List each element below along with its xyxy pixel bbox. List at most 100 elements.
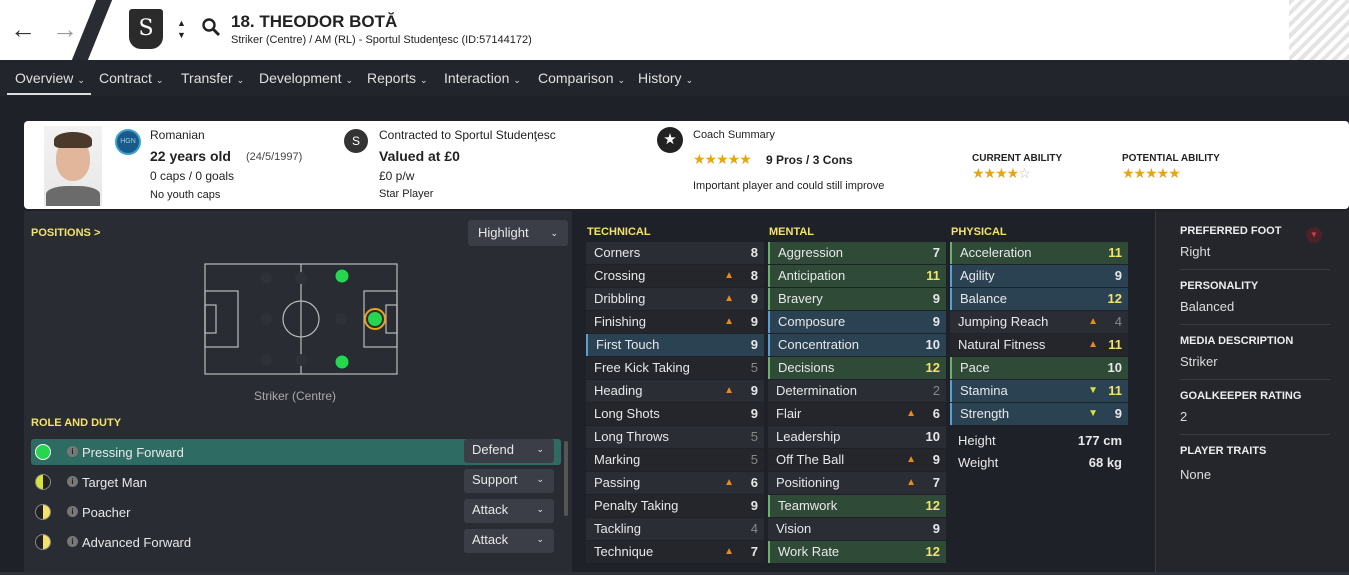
club-crest-icon: S xyxy=(129,9,163,49)
info-icon[interactable]: i xyxy=(67,506,78,517)
player-age: 22 years old xyxy=(150,148,231,164)
forward-arrow-icon[interactable]: → xyxy=(52,12,78,46)
role-row[interactable]: i Poacher Attack ⌄ xyxy=(31,499,561,525)
nation-flag-icon[interactable]: HGN xyxy=(115,129,141,155)
attr-value: 10 xyxy=(1107,360,1122,375)
attr-label: Dribbling xyxy=(594,291,646,306)
role-row[interactable]: i Advanced Forward Attack ⌄ xyxy=(31,529,561,555)
attr-natural-fitness[interactable]: Natural Fitness ▲ 11 xyxy=(950,334,1128,356)
attr-balance[interactable]: Balance 12 xyxy=(950,288,1128,310)
attr-crossing[interactable]: Crossing ▲ 8 xyxy=(586,265,764,287)
tab-label: Overview xyxy=(15,70,74,86)
attr-flair[interactable]: Flair ▲ 6 xyxy=(768,403,946,425)
attr-label: Jumping Reach xyxy=(958,314,1049,329)
divider xyxy=(1180,324,1330,325)
contract-status[interactable]: Contracted to Sportul Studenţesc xyxy=(379,128,556,142)
chevron-down-icon: ⌄ xyxy=(536,474,544,484)
info-icon[interactable]: i xyxy=(67,446,78,457)
attr-stamina[interactable]: Stamina ▼ 11 xyxy=(950,380,1128,402)
mental-header: MENTAL xyxy=(769,226,815,238)
chevron-down-icon[interactable]: ▼ xyxy=(1306,227,1322,243)
attr-label: Natural Fitness xyxy=(958,337,1046,352)
back-arrow-icon[interactable]: ← xyxy=(10,12,36,46)
attr-corners[interactable]: Corners 8 xyxy=(586,242,764,264)
attr-aggression[interactable]: Aggression 7 xyxy=(768,242,946,264)
attr-passing[interactable]: Passing ▲ 6 xyxy=(586,472,764,494)
nationality[interactable]: Romanian xyxy=(150,128,205,142)
physical-header: PHYSICAL xyxy=(951,226,1007,238)
attr-concentration[interactable]: Concentration 10 xyxy=(768,334,946,356)
attr-penalty-taking[interactable]: Penalty Taking 9 xyxy=(586,495,764,517)
duty-dropdown[interactable]: Attack ⌄ xyxy=(464,499,554,523)
info-icon[interactable]: i xyxy=(67,536,78,547)
star-icon: ★ xyxy=(657,127,683,153)
attr-vision[interactable]: Vision 9 xyxy=(768,518,946,540)
chevron-down-icon: ⌄ xyxy=(685,75,694,85)
attr-composure[interactable]: Composure 9 xyxy=(768,311,946,333)
tab-contract[interactable]: Contract ⌄ xyxy=(99,70,163,86)
attr-finishing[interactable]: Finishing ▲ 9 xyxy=(586,311,764,333)
attr-leadership[interactable]: Leadership 10 xyxy=(768,426,946,448)
tab-interaction[interactable]: Interaction ⌄ xyxy=(444,70,521,86)
prev-next-player-icon[interactable]: ▲ ▼ xyxy=(177,17,186,41)
tab-history[interactable]: History ⌄ xyxy=(638,70,693,86)
duty-dropdown[interactable]: Attack ⌄ xyxy=(464,529,554,553)
attr-value: 9 xyxy=(932,521,940,536)
attr-marking[interactable]: Marking 5 xyxy=(586,449,764,471)
attr-strength[interactable]: Strength ▼ 9 xyxy=(950,403,1128,425)
attr-label: Off The Ball xyxy=(776,452,845,467)
role-suitability-icon xyxy=(35,504,51,520)
tab-reports[interactable]: Reports ⌄ xyxy=(367,70,428,86)
highlight-dropdown[interactable]: Highlight ⌄ xyxy=(468,220,568,246)
attr-heading[interactable]: Heading ▲ 9 xyxy=(586,380,764,402)
attr-dribbling[interactable]: Dribbling ▲ 9 xyxy=(586,288,764,310)
attr-long-throws[interactable]: Long Throws 5 xyxy=(586,426,764,448)
caps-goals: 0 caps / 0 goals xyxy=(150,169,235,183)
attr-technique[interactable]: Technique ▲ 7 xyxy=(586,541,764,563)
attr-pace[interactable]: Pace 10 xyxy=(950,357,1128,379)
attr-positioning[interactable]: Positioning ▲ 7 xyxy=(768,472,946,494)
attr-determination[interactable]: Determination 2 xyxy=(768,380,946,402)
duty-dropdown[interactable]: Support ⌄ xyxy=(464,469,554,493)
attr-teamwork[interactable]: Teamwork 12 xyxy=(768,495,946,517)
attr-value: 12 xyxy=(925,360,940,375)
player-details-panel: PREFERRED FOOT ▼ Right PERSONALITY Balan… xyxy=(1155,211,1349,575)
tab-development[interactable]: Development ⌄ xyxy=(259,70,353,86)
attr-jumping-reach[interactable]: Jumping Reach ▲ 4 xyxy=(950,311,1128,333)
attr-acceleration[interactable]: Acceleration 11 xyxy=(950,242,1128,264)
tab-label: Interaction xyxy=(444,70,510,86)
tab-comparison[interactable]: Comparison ⌄ xyxy=(538,70,625,86)
role-row[interactable]: i Pressing Forward Defend ⌄ xyxy=(31,439,561,465)
positions-header[interactable]: POSITIONS > xyxy=(31,227,100,239)
pitch-diagram xyxy=(204,263,398,375)
attr-label: Leadership xyxy=(776,429,841,444)
attr-label: Passing xyxy=(594,475,641,490)
coach-summary-title[interactable]: Coach Summary xyxy=(693,129,775,141)
role-scrollbar[interactable] xyxy=(564,441,568,516)
attr-value: 8 xyxy=(750,268,758,283)
tab-label: Reports xyxy=(367,70,417,86)
attr-label: Long Throws xyxy=(594,429,669,444)
attr-off-the-ball[interactable]: Off The Ball ▲ 9 xyxy=(768,449,946,471)
attr-tackling[interactable]: Tackling 4 xyxy=(586,518,764,540)
highlight-label: Highlight xyxy=(478,225,529,240)
attr-label: Marking xyxy=(594,452,641,467)
role-row[interactable]: i Target Man Support ⌄ xyxy=(31,469,561,495)
attr-anticipation[interactable]: Anticipation 11 xyxy=(768,265,946,287)
attr-work-rate[interactable]: Work Rate 12 xyxy=(768,541,946,563)
attr-free-kick-taking[interactable]: Free Kick Taking 5 xyxy=(586,357,764,379)
club-badge-icon[interactable]: S xyxy=(344,129,368,153)
duty-dropdown[interactable]: Defend ⌄ xyxy=(464,439,554,463)
search-icon[interactable] xyxy=(201,17,221,37)
attr-decisions[interactable]: Decisions 12 xyxy=(768,357,946,379)
attr-bravery[interactable]: Bravery 9 xyxy=(768,288,946,310)
tab-transfer[interactable]: Transfer ⌄ xyxy=(181,70,244,86)
attr-agility[interactable]: Agility 9 xyxy=(950,265,1128,287)
tab-overview[interactable]: Overview ⌄ xyxy=(15,70,85,86)
attr-first-touch[interactable]: First Touch 9 xyxy=(586,334,764,356)
info-icon[interactable]: i xyxy=(67,476,78,487)
attr-value: 11 xyxy=(1108,383,1122,398)
attr-long-shots[interactable]: Long Shots 9 xyxy=(586,403,764,425)
current-ability-stars: ★★★★☆ xyxy=(972,165,1031,181)
role-duty-header: ROLE AND DUTY xyxy=(31,417,122,429)
